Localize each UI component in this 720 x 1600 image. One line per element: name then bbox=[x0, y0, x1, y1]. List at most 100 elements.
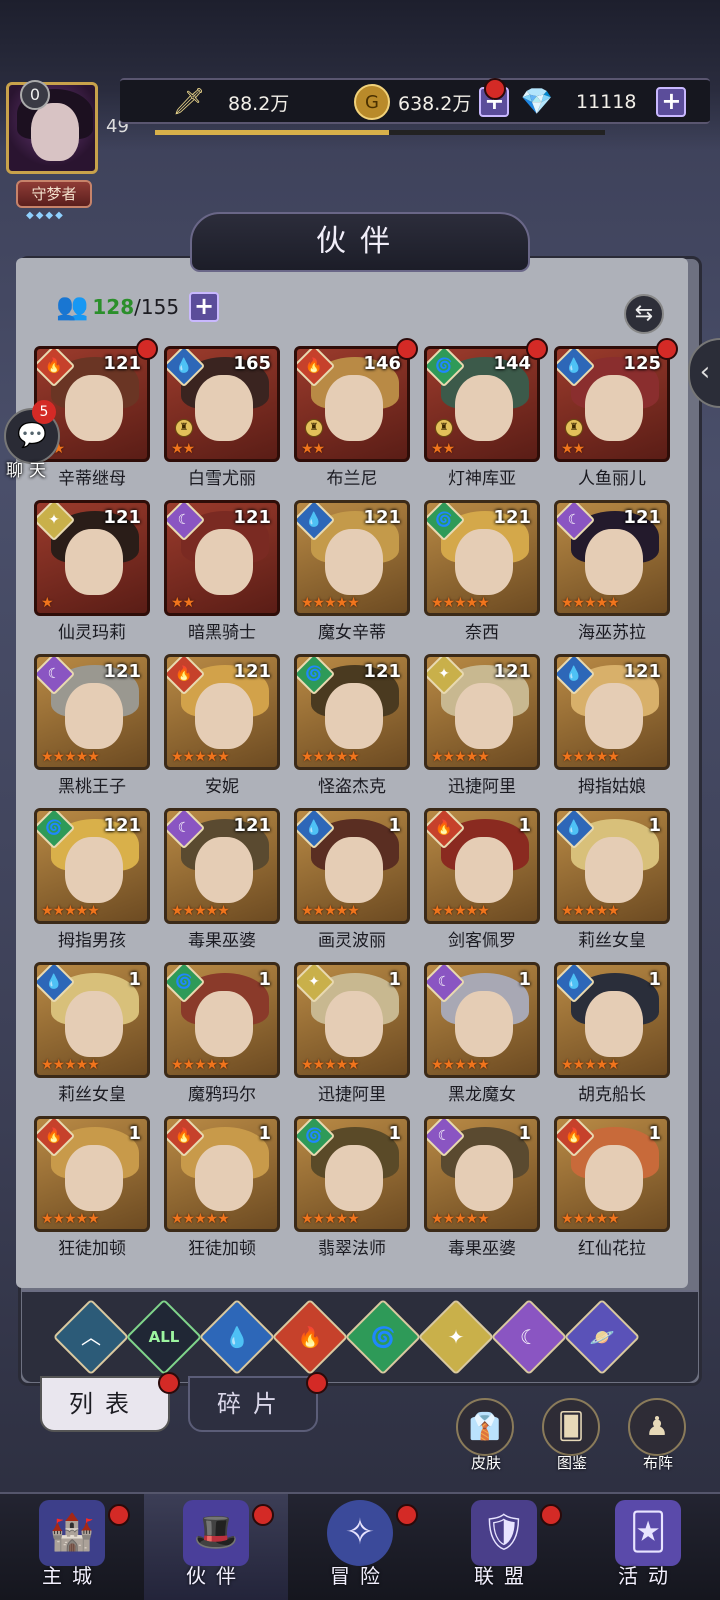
star-rating: ★★★★★ bbox=[41, 903, 100, 919]
roster-total: /155 bbox=[134, 295, 180, 319]
partner-card[interactable]: 💧 1 ★★★★★ 画灵波丽 bbox=[294, 808, 410, 951]
chat-label: 聊天 bbox=[6, 461, 52, 481]
partner-portrait: 🌀 1 ★★★★★ bbox=[294, 1116, 410, 1232]
partner-card[interactable]: 🌀 121 ★★★★★ 拇指男孩 bbox=[34, 808, 150, 951]
portrait-face bbox=[195, 529, 253, 595]
tab-shards[interactable]: 碎片 bbox=[188, 1376, 318, 1432]
partner-level: 1 bbox=[388, 1123, 401, 1144]
portrait-face bbox=[455, 529, 513, 595]
partner-card[interactable]: 🌀 144 ♜ ★★ 灯神库亚 bbox=[424, 338, 548, 489]
nav-adventure-label: 冒险 bbox=[330, 1564, 390, 1588]
nav-adventure[interactable]: ✧ 冒险 bbox=[288, 1494, 432, 1600]
partner-level: 165 bbox=[233, 353, 271, 374]
portrait-face bbox=[585, 375, 643, 441]
star-rating: ★★★★★ bbox=[301, 749, 360, 765]
partner-card[interactable]: ☾ 121 ★★ 暗黑骑士 bbox=[164, 500, 280, 643]
codex-button[interactable]: 🂠 图鉴 bbox=[542, 1398, 602, 1473]
portrait-face bbox=[455, 991, 513, 1057]
page-title-banner: 伙伴 bbox=[190, 212, 530, 272]
star-rating: ★★★★★ bbox=[301, 595, 360, 611]
partner-card[interactable]: ✦ 121 ★★★★★ 迅捷阿里 bbox=[424, 654, 540, 797]
roster-current: 128 bbox=[92, 295, 135, 319]
partner-notice-dot bbox=[656, 338, 678, 360]
partner-card[interactable]: 🌀 1 ★★★★★ 魔鸦玛尔 bbox=[164, 962, 280, 1105]
partner-card[interactable]: 🔥 1 ★★★★★ 狂徒加顿 bbox=[34, 1116, 150, 1259]
star-rating: ★★ bbox=[561, 441, 585, 457]
sort-button[interactable]: ⇆ bbox=[624, 294, 664, 334]
partner-name: 安妮 bbox=[205, 777, 239, 797]
add-gem-button[interactable]: + bbox=[656, 87, 687, 117]
partner-name: 翡翠法师 bbox=[318, 1239, 386, 1259]
partner-card[interactable]: 💧 121 ★★★★★ 拇指姑娘 bbox=[554, 654, 670, 797]
base-filter-icon: ︿ bbox=[81, 1325, 101, 1349]
partner-level: 1 bbox=[518, 1123, 531, 1144]
partner-level: 121 bbox=[363, 507, 401, 528]
partner-portrait: 💧 1 ★★★★★ bbox=[554, 962, 670, 1078]
partner-level: 1 bbox=[648, 969, 661, 990]
portrait-face bbox=[325, 837, 383, 903]
tab-list[interactable]: 列表 bbox=[40, 1376, 170, 1432]
partner-card[interactable]: 🔥 146 ♜ ★★ 布兰尼 bbox=[294, 338, 418, 489]
portrait-face bbox=[585, 529, 643, 595]
partner-portrait: 🌀 144 ♜ ★★ bbox=[424, 346, 540, 462]
partner-card[interactable]: 💧 165 ♜ ★★ 白雪尤丽 bbox=[164, 346, 280, 489]
partner-card[interactable]: 💧 125 ♜ ★★ 人鱼丽儿 bbox=[554, 338, 678, 489]
partner-card[interactable]: 🔥 1 ★★★★★ 狂徒加顿 bbox=[164, 1116, 280, 1259]
partner-card[interactable]: 💧 1 ★★★★★ 莉丝女皇 bbox=[554, 808, 670, 951]
partner-card[interactable]: ☾ 121 ★★★★★ 黑桃王子 bbox=[34, 654, 150, 797]
partner-card[interactable]: 💧 1 ★★★★★ 胡克船长 bbox=[554, 962, 670, 1105]
witch-hat-icon: 🎩 bbox=[183, 1500, 249, 1566]
partner-card[interactable]: 💧 1 ★★★★★ 莉丝女皇 bbox=[34, 962, 150, 1105]
partner-card[interactable]: 💧 121 ★★★★★ 魔女辛蒂 bbox=[294, 500, 410, 643]
light-filter-icon: ✦ bbox=[447, 1325, 465, 1349]
nav-castle[interactable]: 🏰 主城 bbox=[0, 1494, 144, 1600]
partner-card[interactable]: ✦ 1 ★★★★★ 迅捷阿里 bbox=[294, 962, 410, 1105]
water-filter-icon: 💧 bbox=[224, 1325, 250, 1349]
partner-name: 布兰尼 bbox=[326, 469, 378, 489]
portrait-face bbox=[455, 683, 513, 749]
partner-card[interactable]: 🔥 1 ★★★★★ 剑客佩罗 bbox=[424, 808, 540, 951]
partner-card[interactable]: 🔥 1 ★★★★★ 红仙花拉 bbox=[554, 1116, 670, 1259]
nav-partners[interactable]: 🎩 伙伴 bbox=[144, 1494, 288, 1600]
partner-card[interactable]: 🔥 121 ★★★★★ 安妮 bbox=[164, 654, 280, 797]
partner-card[interactable]: ☾ 121 ★★★★★ 毒果巫婆 bbox=[164, 808, 280, 951]
cosmos-filter-icon: 🪐 bbox=[589, 1325, 615, 1349]
partner-name: 奈西 bbox=[465, 623, 499, 643]
partner-card[interactable]: 🌀 121 ★★★★★ 奈西 bbox=[424, 500, 540, 643]
formation-label: 布阵 bbox=[642, 1454, 673, 1472]
nav-alliance[interactable]: 🛡 联盟 bbox=[432, 1494, 576, 1600]
partner-card[interactable]: 🌀 121 ★★★★★ 怪盗杰克 bbox=[294, 654, 410, 797]
partner-level: 1 bbox=[258, 969, 271, 990]
partner-portrait: 💧 165 ♜ ★★ bbox=[164, 346, 280, 462]
sword-icon: 🗡 bbox=[172, 87, 206, 117]
partner-name: 拇指男孩 bbox=[58, 931, 126, 951]
shield-icon: 🛡 bbox=[471, 1500, 537, 1566]
portrait-face bbox=[325, 529, 383, 595]
partner-name: 灯神库亚 bbox=[448, 469, 516, 489]
partner-card[interactable]: ☾ 1 ★★★★★ 毒果巫婆 bbox=[424, 1116, 540, 1259]
portrait-face bbox=[195, 991, 253, 1057]
star-rating: ★★ bbox=[171, 441, 195, 457]
nav-events[interactable]: 🃏 活动 bbox=[576, 1494, 720, 1600]
skin-button[interactable]: 👔 皮肤 bbox=[456, 1398, 516, 1473]
formation-button[interactable]: ♟ 布阵 bbox=[628, 1398, 688, 1473]
expand-roster-button[interactable]: + bbox=[189, 292, 220, 322]
partner-level: 121 bbox=[623, 661, 661, 682]
nav-alliance-label: 联盟 bbox=[474, 1564, 534, 1588]
portrait-face bbox=[195, 683, 253, 749]
partner-name: 画灵波丽 bbox=[318, 931, 386, 951]
partner-portrait: 🌀 121 ★★★★★ bbox=[424, 500, 540, 616]
star-rating: ★★★★★ bbox=[301, 1211, 360, 1227]
partner-card[interactable]: ☾ 1 ★★★★★ 黑龙魔女 bbox=[424, 962, 540, 1105]
partner-level: 1 bbox=[258, 1123, 271, 1144]
portrait-face bbox=[325, 683, 383, 749]
gold-coin-icon: G bbox=[354, 84, 390, 120]
partner-name: 白雪尤丽 bbox=[188, 469, 256, 489]
partner-card[interactable]: 🌀 1 ★★★★★ 翡翠法师 bbox=[294, 1116, 410, 1259]
partner-card[interactable]: ✦ 121 ★ 仙灵玛莉 bbox=[34, 500, 150, 643]
partner-card[interactable]: ☾ 121 ★★★★★ 海巫苏拉 bbox=[554, 500, 670, 643]
nav-alliance-notice-dot bbox=[540, 1504, 562, 1526]
partner-portrait: 💧 1 ★★★★★ bbox=[34, 962, 150, 1078]
portrait-face bbox=[585, 1145, 643, 1211]
title-badge[interactable]: 守梦者 bbox=[16, 180, 92, 208]
